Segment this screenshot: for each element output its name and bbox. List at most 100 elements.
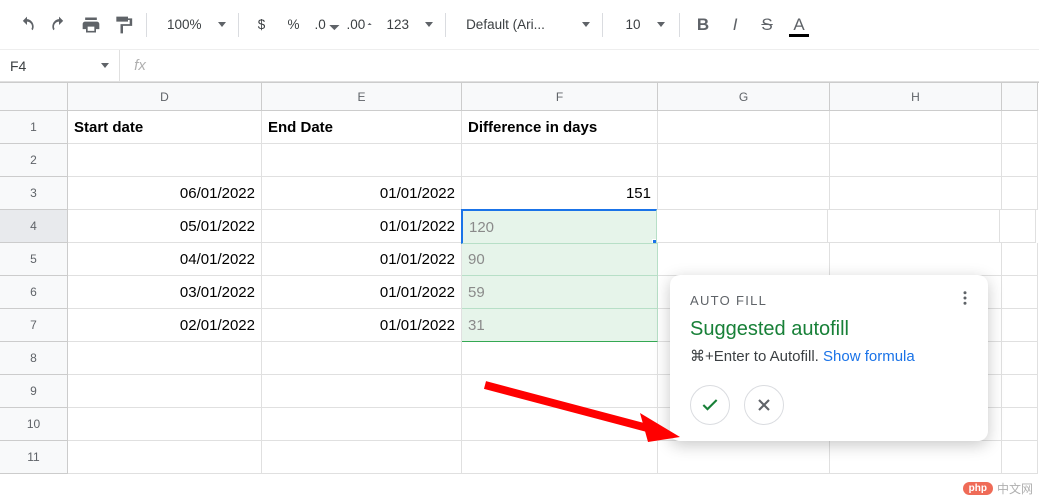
cell[interactable] <box>68 375 262 408</box>
number-format-dropdown[interactable]: 123 <box>375 17 438 32</box>
cell[interactable] <box>462 375 658 408</box>
text-color-button[interactable]: A <box>784 10 814 40</box>
row-header[interactable]: 3 <box>0 177 68 210</box>
print-button[interactable] <box>76 10 106 40</box>
autofill-reject-button[interactable] <box>744 385 784 425</box>
row-header[interactable]: 5 <box>0 243 68 276</box>
cell[interactable] <box>1002 111 1038 144</box>
row-header[interactable]: 2 <box>0 144 68 177</box>
more-options-button[interactable] <box>956 289 974 310</box>
cell[interactable] <box>1002 441 1038 474</box>
cell[interactable] <box>462 342 658 375</box>
col-header-i[interactable] <box>1002 83 1038 111</box>
cell[interactable] <box>658 441 830 474</box>
cell[interactable] <box>1002 309 1038 342</box>
cell[interactable] <box>656 210 828 243</box>
cell[interactable] <box>68 144 262 177</box>
cell[interactable]: 04/01/2022 <box>68 243 262 276</box>
row-header[interactable]: 9 <box>0 375 68 408</box>
cell[interactable] <box>658 144 830 177</box>
cell[interactable]: 06/01/2022 <box>68 177 262 210</box>
select-all-corner[interactable] <box>0 83 68 111</box>
cell[interactable] <box>658 177 830 210</box>
undo-button[interactable] <box>12 10 42 40</box>
row-header[interactable]: 11 <box>0 441 68 474</box>
cell[interactable]: 01/01/2022 <box>262 276 462 309</box>
paint-format-button[interactable] <box>108 10 138 40</box>
cell[interactable] <box>462 144 658 177</box>
cell[interactable]: 05/01/2022 <box>68 210 262 243</box>
cell[interactable] <box>1002 342 1038 375</box>
popup-title: AUTO FILL <box>690 293 968 308</box>
cell[interactable] <box>462 408 658 441</box>
cell[interactable] <box>262 375 462 408</box>
font-size-dropdown[interactable]: 10 <box>611 17 671 32</box>
row-header[interactable]: 4 <box>0 210 68 243</box>
strikethrough-button[interactable]: S <box>752 10 782 40</box>
increase-decimal-button[interactable]: .00 <box>343 10 373 40</box>
popup-hint: ⌘+Enter to Autofill. Show formula <box>690 347 968 365</box>
autofill-ghost-cell[interactable]: 90 <box>462 243 658 276</box>
cell[interactable] <box>830 243 1002 276</box>
autofill-accept-button[interactable] <box>690 385 730 425</box>
cell[interactable] <box>830 144 1002 177</box>
cell[interactable] <box>1002 144 1038 177</box>
cell[interactable] <box>1002 276 1038 309</box>
active-cell[interactable]: 120 <box>461 209 657 244</box>
cell[interactable] <box>1002 177 1038 210</box>
cell[interactable] <box>830 441 1002 474</box>
cell[interactable] <box>462 441 658 474</box>
row-header[interactable]: 10 <box>0 408 68 441</box>
cell[interactable]: End Date <box>262 111 462 144</box>
cell[interactable] <box>262 408 462 441</box>
show-formula-link[interactable]: Show formula <box>823 348 915 365</box>
font-family-dropdown[interactable]: Default (Ari... <box>454 17 594 32</box>
cell[interactable] <box>68 408 262 441</box>
decrease-decimal-button[interactable]: .0 <box>311 10 341 40</box>
cell[interactable] <box>68 441 262 474</box>
cell[interactable] <box>1002 243 1038 276</box>
cell[interactable] <box>1002 375 1038 408</box>
cell[interactable] <box>262 342 462 375</box>
cell[interactable]: 01/01/2022 <box>262 309 462 342</box>
cell[interactable]: 01/01/2022 <box>262 177 462 210</box>
cell[interactable]: Start date <box>68 111 262 144</box>
cell[interactable] <box>1002 408 1038 441</box>
col-header-d[interactable]: D <box>68 83 262 111</box>
zoom-dropdown[interactable]: 100% <box>155 17 230 32</box>
bold-button[interactable]: B <box>688 10 718 40</box>
col-header-g[interactable]: G <box>658 83 830 111</box>
fill-handle[interactable] <box>652 239 657 244</box>
cell[interactable]: 02/01/2022 <box>68 309 262 342</box>
col-header-h[interactable]: H <box>830 83 1002 111</box>
col-header-e[interactable]: E <box>262 83 462 111</box>
cell[interactable] <box>658 111 830 144</box>
currency-button[interactable]: $ <box>247 10 277 40</box>
percent-button[interactable]: % <box>279 10 309 40</box>
autofill-ghost-cell[interactable]: 59 <box>462 276 658 309</box>
cell[interactable] <box>68 342 262 375</box>
cell[interactable] <box>828 210 1000 243</box>
row-header[interactable]: 8 <box>0 342 68 375</box>
cell[interactable]: 03/01/2022 <box>68 276 262 309</box>
autofill-ghost-cell[interactable]: 31 <box>462 309 658 342</box>
cell[interactable] <box>262 441 462 474</box>
name-box[interactable]: F4 <box>0 50 120 81</box>
cell[interactable]: 151 <box>462 177 658 210</box>
cell[interactable] <box>1000 210 1036 243</box>
cell[interactable]: 01/01/2022 <box>262 243 462 276</box>
formula-input[interactable] <box>160 50 1039 81</box>
cell[interactable]: 01/01/2022 <box>262 210 462 243</box>
chevron-down-icon <box>657 22 665 27</box>
cell[interactable] <box>830 111 1002 144</box>
row-header[interactable]: 7 <box>0 309 68 342</box>
cell[interactable] <box>830 177 1002 210</box>
cell[interactable] <box>262 144 462 177</box>
cell[interactable] <box>658 243 830 276</box>
row-header[interactable]: 6 <box>0 276 68 309</box>
cell[interactable]: Difference in days <box>462 111 658 144</box>
row-header[interactable]: 1 <box>0 111 68 144</box>
italic-button[interactable]: I <box>720 10 750 40</box>
redo-button[interactable] <box>44 10 74 40</box>
col-header-f[interactable]: F <box>462 83 658 111</box>
